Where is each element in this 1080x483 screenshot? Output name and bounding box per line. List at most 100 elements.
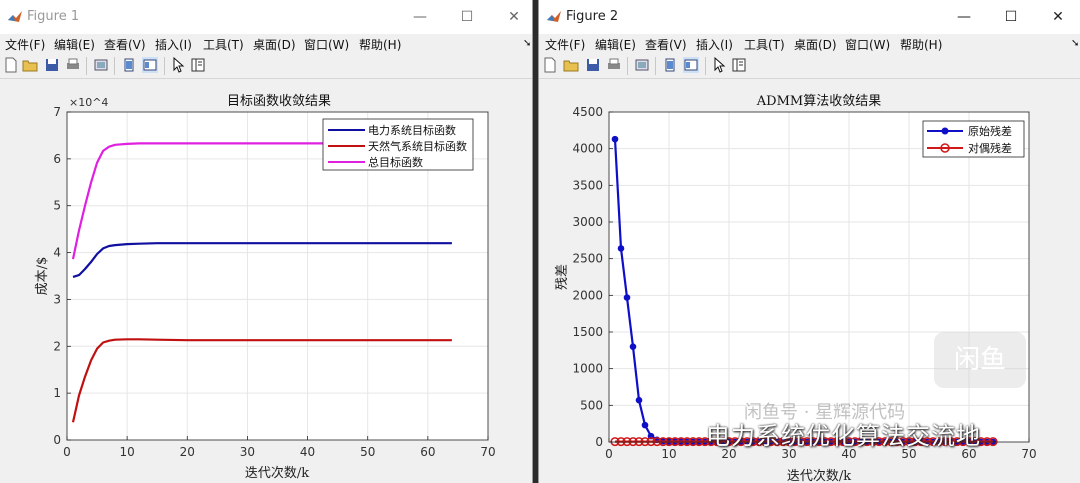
- edit-plot-arrow-icon[interactable]: [711, 57, 727, 73]
- y-tick-label: 2000: [572, 288, 603, 302]
- data-point: [641, 421, 649, 429]
- legend-entry: 电力系统目标函数: [368, 123, 456, 137]
- legend-entry: 天然气系统目标函数: [368, 139, 467, 153]
- menu-file[interactable]: 文件(F): [545, 36, 585, 53]
- title-bar[interactable]: Figure 2 — ☐ ✕: [539, 0, 1080, 34]
- data-point: [617, 245, 625, 252]
- menu-window[interactable]: 窗口(W): [845, 36, 890, 53]
- window-title: Figure 2: [566, 9, 619, 24]
- hide-plot-tools-icon[interactable]: [662, 57, 678, 73]
- minimize-button[interactable]: —: [397, 0, 443, 34]
- open-file-icon[interactable]: [563, 57, 579, 73]
- legend-marker: [941, 127, 949, 135]
- toolbar-separator: [627, 57, 628, 75]
- x-tick-label: 10: [120, 445, 135, 459]
- chart-title: ADMM算法收敛结果: [756, 93, 881, 109]
- plot-browser-icon[interactable]: [731, 57, 747, 73]
- menu-insert[interactable]: 插入(I): [155, 36, 192, 53]
- maximize-button[interactable]: ☐: [444, 0, 490, 34]
- data-point: [611, 135, 619, 143]
- save-icon[interactable]: [44, 57, 60, 73]
- x-tick-label: 0: [605, 447, 613, 461]
- matlab-icon: [7, 9, 23, 25]
- menu-view[interactable]: 查看(V): [645, 36, 687, 53]
- menu-overflow-icon[interactable]: ➘: [1071, 38, 1079, 49]
- new-figure-icon[interactable]: [3, 57, 19, 73]
- legend[interactable]: 电力系统目标函数 天然气系统目标函数 总目标函数: [322, 118, 474, 171]
- legend-entry: 对偶残差: [968, 141, 1012, 155]
- y-tick-label: 7: [53, 105, 61, 119]
- chart-title: 目标函数收敛结果: [227, 93, 331, 109]
- menu-file[interactable]: 文件(F): [5, 36, 45, 53]
- x-axis-label: 迭代次数/k: [787, 468, 851, 483]
- x-axis-label: 迭代次数/k: [245, 465, 309, 481]
- toolbar-separator: [705, 57, 706, 75]
- hide-plot-tools-icon[interactable]: [121, 57, 137, 73]
- edit-plot-arrow-icon[interactable]: [170, 57, 186, 73]
- link-plot-icon[interactable]: [93, 57, 109, 73]
- y-tick-label: 4000: [572, 142, 603, 156]
- close-button[interactable]: ✕: [491, 0, 532, 34]
- objective-convergence-chart: 0 10 20 30 40 50 60 7001234567 目标函数收敛结果 迭代次数/k …: [35, 93, 496, 481]
- show-plot-tools-icon[interactable]: [683, 57, 699, 73]
- x-tick-label: 70: [1021, 447, 1036, 461]
- x-tick-label: 30: [240, 445, 255, 459]
- menu-tools[interactable]: 工具(T): [744, 36, 785, 53]
- menu-desktop[interactable]: 桌面(D): [794, 36, 837, 53]
- plot-browser-icon[interactable]: [190, 57, 206, 73]
- x-tick-label: 10: [661, 447, 676, 461]
- data-point: [629, 343, 637, 350]
- print-icon[interactable]: [65, 57, 81, 73]
- toolbar-separator: [86, 57, 87, 75]
- minimize-button[interactable]: —: [941, 0, 987, 34]
- menu-help[interactable]: 帮助(H): [359, 36, 401, 53]
- y-tick-label: 0: [53, 433, 61, 447]
- link-plot-icon[interactable]: [634, 57, 650, 73]
- menu-edit[interactable]: 编辑(E): [595, 36, 636, 53]
- print-icon[interactable]: [606, 57, 622, 73]
- show-plot-tools-icon[interactable]: [142, 57, 158, 73]
- y-tick-label: 500: [580, 398, 603, 412]
- y-axis-exponent: ×10^4: [69, 96, 108, 109]
- menu-tools[interactable]: 工具(T): [203, 36, 244, 53]
- toolbar-separator: [114, 57, 115, 75]
- x-tick-label: 60: [420, 445, 435, 459]
- y-tick-label: 6: [53, 152, 61, 166]
- x-tick-label: 40: [300, 445, 315, 459]
- data-point: [635, 396, 643, 404]
- menu-insert[interactable]: 插入(I): [696, 36, 733, 53]
- menu-edit[interactable]: 编辑(E): [54, 36, 95, 53]
- y-tick-label: 1000: [572, 362, 603, 376]
- menu-window[interactable]: 窗口(W): [304, 36, 349, 53]
- menu-help[interactable]: 帮助(H): [900, 36, 942, 53]
- y-tick-label: 5: [53, 199, 61, 213]
- y-tick-label: 0: [595, 435, 603, 449]
- title-bar[interactable]: Figure 1 — ☐ ✕: [0, 0, 532, 34]
- menu-view[interactable]: 查看(V): [104, 36, 146, 53]
- legend-entry: 原始残差: [968, 124, 1012, 138]
- y-tick-label: 2: [53, 339, 61, 353]
- open-file-icon[interactable]: [22, 57, 38, 73]
- save-icon[interactable]: [585, 57, 601, 73]
- menu-bar: 文件(F) 编辑(E) 查看(V) 插入(I) 工具(T) 桌面(D) 窗口(W…: [0, 34, 532, 54]
- close-button[interactable]: ✕: [1035, 0, 1080, 34]
- y-tick-label: 4: [53, 246, 61, 260]
- y-tick-label: 3000: [572, 215, 603, 229]
- maximize-button[interactable]: ☐: [988, 0, 1034, 34]
- figure-toolbar: [539, 54, 1080, 79]
- figure-1-window: Figure 1 — ☐ ✕ 文件(F) 编辑(E) 查看(V) 插入(I) 工…: [0, 0, 533, 483]
- plot-area: 0 10 20 30 40 50 60 70 0 1 2 3 4 5 6 7 目标函数收敛结果 迭代次数/k …: [0, 79, 532, 483]
- x-tick-label: 20: [180, 445, 195, 459]
- window-title: Figure 1: [27, 9, 80, 24]
- matlab-icon: [546, 9, 562, 25]
- y-tick-label: 1: [53, 386, 61, 400]
- legend-entry: 总目标函数: [368, 155, 423, 169]
- new-figure-icon[interactable]: [542, 57, 558, 73]
- toolbar-separator: [164, 57, 165, 75]
- menu-desktop[interactable]: 桌面(D): [253, 36, 296, 53]
- x-tick-label: 70: [480, 445, 495, 459]
- y-tick-label: 4500: [572, 105, 603, 119]
- legend[interactable]: 原始残差 对偶残差: [922, 120, 1025, 158]
- x-tick-label: 50: [360, 445, 375, 459]
- menu-overflow-icon[interactable]: ➘: [523, 38, 531, 49]
